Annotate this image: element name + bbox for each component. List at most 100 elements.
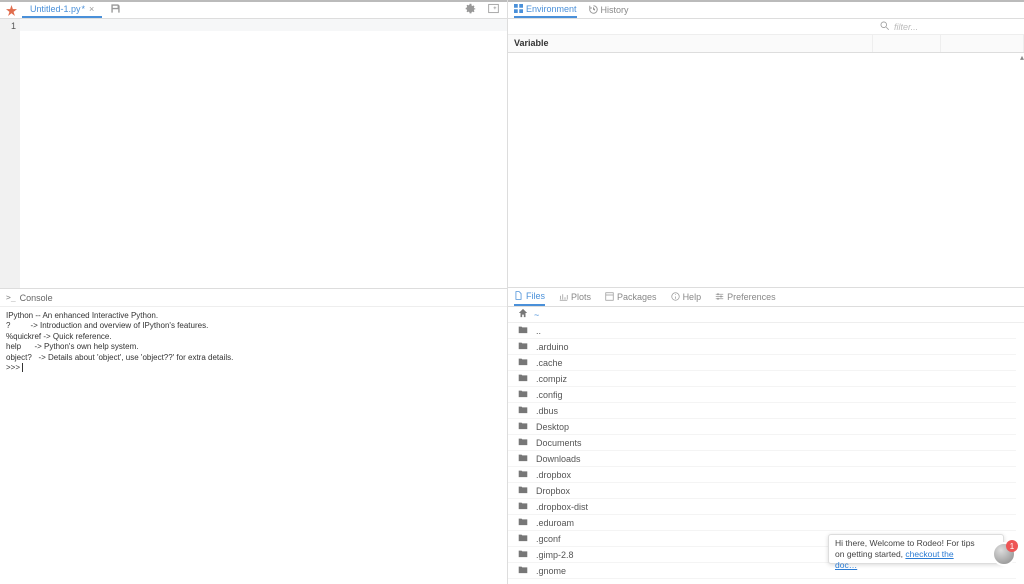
- file-name: Downloads: [536, 454, 581, 464]
- variable-table-header: Variable: [508, 35, 1024, 53]
- tab-plots[interactable]: Plots: [559, 288, 591, 306]
- tab-preferences[interactable]: Preferences: [715, 288, 776, 306]
- editor-gutter: 1: [0, 19, 20, 288]
- folder-icon: [518, 325, 530, 336]
- editor-tab-bar: Untitled-1.py * ×: [0, 0, 507, 19]
- app-logo-icon: [4, 3, 18, 17]
- file-row[interactable]: .dropbox-dist: [508, 499, 1016, 515]
- col-3[interactable]: [941, 35, 1024, 52]
- editor-tab-label: Untitled-1.py: [30, 4, 81, 14]
- sliders-icon: [715, 292, 724, 303]
- chat-badge: 1: [1006, 540, 1018, 552]
- tab-environment[interactable]: Environment: [514, 2, 577, 18]
- gear-icon[interactable]: [465, 3, 476, 17]
- file-name: .arduino: [536, 342, 569, 352]
- home-icon[interactable]: [518, 308, 528, 321]
- file-name: .gimp-2.8: [536, 550, 574, 560]
- folder-icon: [518, 533, 530, 544]
- file-name: .gnome: [536, 566, 566, 576]
- file-row[interactable]: Desktop: [508, 419, 1016, 435]
- env-tab-bar: Environment History: [508, 0, 1024, 19]
- file-row[interactable]: .arduino: [508, 339, 1016, 355]
- file-row[interactable]: ..: [508, 323, 1016, 339]
- tab-files[interactable]: Files: [514, 288, 545, 306]
- folder-icon: [518, 501, 530, 512]
- grid-icon: [514, 4, 523, 15]
- save-icon[interactable]: [110, 3, 121, 17]
- tab-packages[interactable]: Packages: [605, 288, 657, 306]
- file-name: .eduroam: [536, 518, 574, 528]
- col-variable[interactable]: Variable: [508, 35, 873, 52]
- console-header: >_ Console: [0, 289, 507, 307]
- folder-icon: [518, 373, 530, 384]
- file-row[interactable]: .compiz: [508, 371, 1016, 387]
- file-icon: [514, 291, 523, 302]
- console-prompt-icon: >_: [6, 293, 16, 302]
- folder-icon: [518, 565, 530, 576]
- file-row[interactable]: Dropbox: [508, 483, 1016, 499]
- console-line: IPython -- An enhanced Interactive Pytho…: [6, 311, 501, 321]
- file-name: .dbus: [536, 406, 558, 416]
- console-body[interactable]: IPython -- An enhanced Interactive Pytho…: [0, 307, 507, 584]
- line-number: 1: [4, 21, 16, 31]
- folder-icon: [518, 469, 530, 480]
- close-icon[interactable]: ×: [89, 4, 94, 14]
- console-line: object? -> Details about 'object', use '…: [6, 353, 501, 363]
- file-name: .cache: [536, 358, 563, 368]
- env-scrollbar[interactable]: ▴: [1018, 53, 1024, 287]
- tab-files-label: Files: [526, 291, 545, 301]
- tab-help[interactable]: Help: [671, 288, 702, 306]
- folder-icon: [518, 453, 530, 464]
- file-row[interactable]: Downloads: [508, 451, 1016, 467]
- folder-icon: [518, 421, 530, 432]
- file-name: .compiz: [536, 374, 567, 384]
- tab-environment-label: Environment: [526, 4, 577, 14]
- tab-help-label: Help: [683, 292, 702, 302]
- console-line: %quickref -> Quick reference.: [6, 332, 501, 342]
- editor-tab[interactable]: Untitled-1.py * ×: [22, 2, 102, 18]
- chart-icon: [559, 292, 568, 303]
- rb-tab-bar: Files Plots Packages: [508, 288, 1024, 307]
- file-row[interactable]: .gnome: [508, 563, 1016, 579]
- tab-packages-label: Packages: [617, 292, 657, 302]
- file-row[interactable]: Documents: [508, 435, 1016, 451]
- chat-avatar[interactable]: 1: [992, 542, 1016, 566]
- folder-icon: [518, 549, 530, 560]
- console-line: help -> Python's own help system.: [6, 342, 501, 352]
- tab-plots-label: Plots: [571, 292, 591, 302]
- file-row[interactable]: .eduroam: [508, 515, 1016, 531]
- folder-icon: [518, 405, 530, 416]
- search-icon: [880, 21, 890, 33]
- filter-input[interactable]: [894, 22, 1014, 32]
- folder-icon: [518, 485, 530, 496]
- console-line: >>>: [6, 363, 501, 373]
- editor-tab-dirty: *: [82, 4, 86, 14]
- file-name: .dropbox-dist: [536, 502, 588, 512]
- new-pane-icon[interactable]: [488, 3, 499, 17]
- editor-content[interactable]: [20, 19, 507, 288]
- history-icon: [589, 5, 598, 16]
- file-name: ..: [536, 326, 541, 336]
- tab-preferences-label: Preferences: [727, 292, 776, 302]
- folder-icon: [518, 341, 530, 352]
- file-name: Desktop: [536, 422, 569, 432]
- file-name: .config: [536, 390, 563, 400]
- file-row[interactable]: .config: [508, 387, 1016, 403]
- console-line: ? -> Introduction and overview of IPytho…: [6, 321, 501, 331]
- file-name: .dropbox: [536, 470, 571, 480]
- file-row[interactable]: .cache: [508, 355, 1016, 371]
- folder-icon: [518, 437, 530, 448]
- file-name: Documents: [536, 438, 582, 448]
- file-row[interactable]: .dropbox: [508, 467, 1016, 483]
- tab-history-label: History: [601, 5, 629, 15]
- file-row[interactable]: .dbus: [508, 403, 1016, 419]
- col-2[interactable]: [873, 35, 941, 52]
- code-editor[interactable]: 1: [0, 19, 507, 288]
- scroll-up-icon[interactable]: ▴: [1020, 53, 1024, 62]
- file-name: Dropbox: [536, 486, 570, 496]
- folder-icon: [518, 389, 530, 400]
- folder-icon: [518, 517, 530, 528]
- tab-history[interactable]: History: [589, 2, 629, 18]
- breadcrumb-root[interactable]: ~: [534, 310, 539, 320]
- console-title: Console: [20, 293, 53, 303]
